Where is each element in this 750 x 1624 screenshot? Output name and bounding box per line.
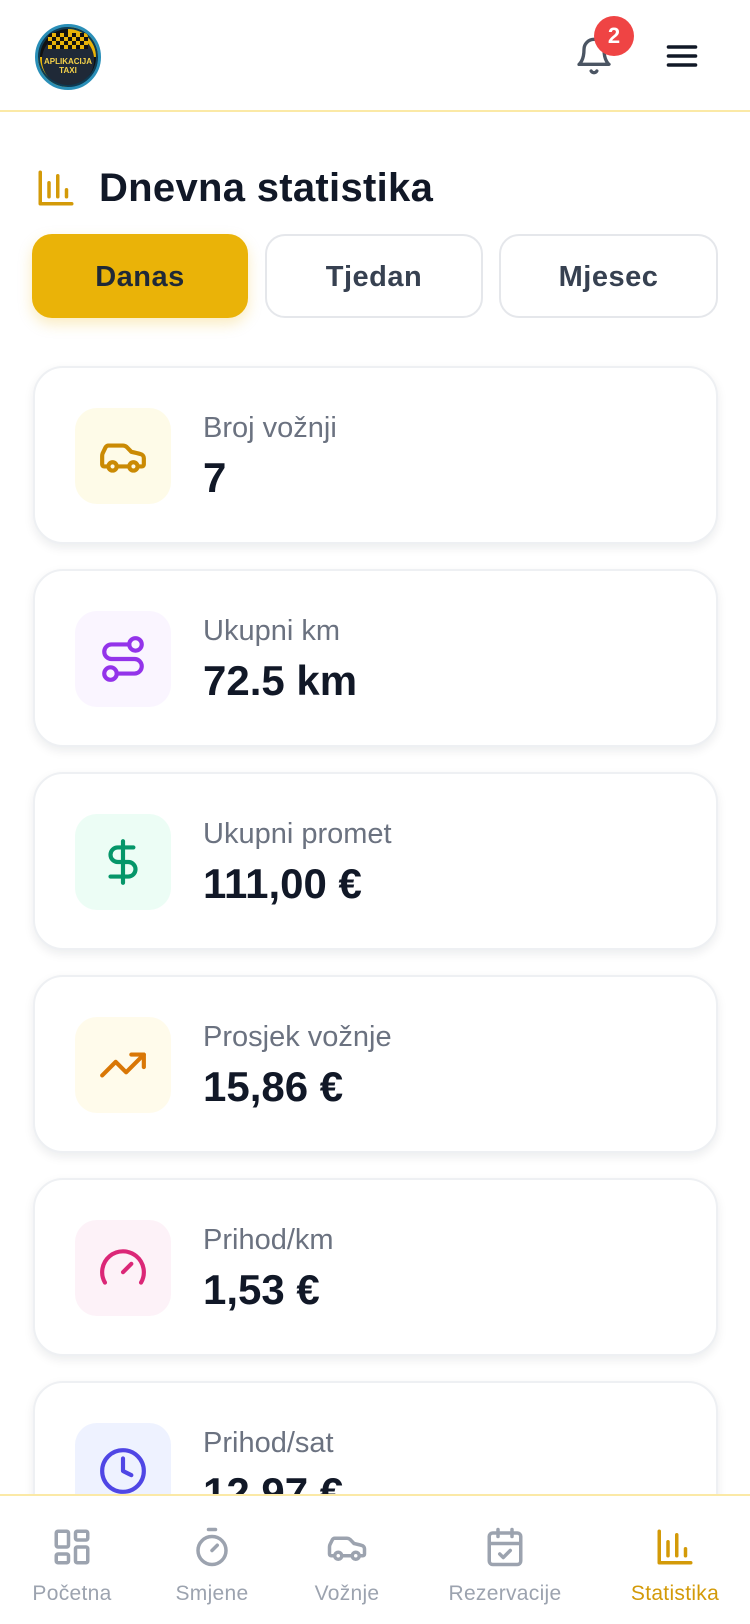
tab-today[interactable]: Danas	[32, 234, 248, 318]
nav-label: Rezervacije	[448, 1582, 562, 1605]
trending-up-icon	[100, 1052, 146, 1078]
stat-card-average: Prosjek vožnje 15,86 €	[33, 975, 718, 1153]
stat-card-revenue: Ukupni promet 111,00 €	[33, 772, 718, 950]
bar-chart-icon	[38, 170, 74, 206]
bar-chart-icon	[657, 1529, 693, 1565]
car-icon	[100, 443, 146, 473]
dollar-icon	[108, 839, 138, 885]
trending-up-icon-box	[75, 1017, 171, 1113]
stat-value: 1,53 €	[203, 1266, 320, 1313]
period-tabs: Danas Tjedan Mjesec	[32, 234, 718, 318]
stat-label: Broj vožnji	[203, 412, 337, 444]
stat-card-revenue-per-km: Prihod/km 1,53 €	[33, 1178, 718, 1356]
app-header: APLIKACIJA TAXI 2	[0, 0, 750, 112]
page-title-row: Dnevna statistika	[35, 164, 433, 212]
route-icon-box	[75, 611, 171, 707]
stat-value: 7	[203, 454, 227, 501]
nav-item-rides[interactable]: Vožnje	[297, 1496, 397, 1624]
stat-value: 72.5 km	[203, 657, 358, 704]
dollar-icon-box	[75, 814, 171, 910]
gauge-icon	[100, 1249, 146, 1285]
nav-label: Smjene	[175, 1582, 249, 1605]
hamburger-menu-icon[interactable]	[664, 38, 700, 74]
nav-item-home[interactable]: Početna	[22, 1496, 122, 1624]
gauge-icon-box	[75, 1220, 171, 1316]
stat-value: 15,86 €	[203, 1063, 344, 1110]
stopwatch-icon	[196, 1527, 228, 1567]
stat-label: Prosjek vožnje	[203, 1021, 392, 1053]
stat-label: Prihod/sat	[203, 1427, 334, 1459]
app-root: APLIKACIJA TAXI 2 Dnevna statistika Dana…	[0, 0, 750, 1624]
bottom-navigation: Početna Smjene Vožnje Rezervacije Statis…	[0, 1494, 750, 1624]
stat-label: Ukupni km	[203, 615, 340, 647]
logo-text: APLIKACIJA TAXI	[43, 57, 92, 75]
notification-badge: 2	[594, 16, 634, 56]
nav-item-statistics[interactable]: Statistika	[620, 1496, 730, 1624]
calendar-check-icon	[487, 1527, 523, 1567]
nav-label: Statistika	[630, 1582, 720, 1605]
nav-item-shifts[interactable]: Smjene	[162, 1496, 262, 1624]
route-icon	[102, 636, 144, 682]
stat-label: Ukupni promet	[203, 818, 392, 850]
nav-label: Vožnje	[314, 1582, 380, 1605]
stat-label: Prihod/km	[203, 1224, 334, 1256]
nav-item-reservations[interactable]: Rezervacije	[430, 1496, 580, 1624]
page-title: Dnevna statistika	[99, 165, 434, 210]
dashboard-icon	[54, 1529, 90, 1565]
stat-card-rides: Broj vožnji 7	[33, 366, 718, 544]
stat-card-km: Ukupni km 72.5 km	[33, 569, 718, 747]
taxi-logo[interactable]: APLIKACIJA TAXI	[35, 24, 101, 90]
tab-month[interactable]: Mjesec	[499, 234, 718, 318]
nav-label: Početna	[32, 1582, 112, 1605]
tab-week[interactable]: Tjedan	[265, 234, 483, 318]
checkered-flag-icon	[48, 33, 88, 49]
clock-icon	[100, 1448, 146, 1494]
stat-value: 111,00 €	[203, 860, 362, 907]
car-icon-box	[75, 408, 171, 504]
car-icon	[327, 1536, 367, 1561]
